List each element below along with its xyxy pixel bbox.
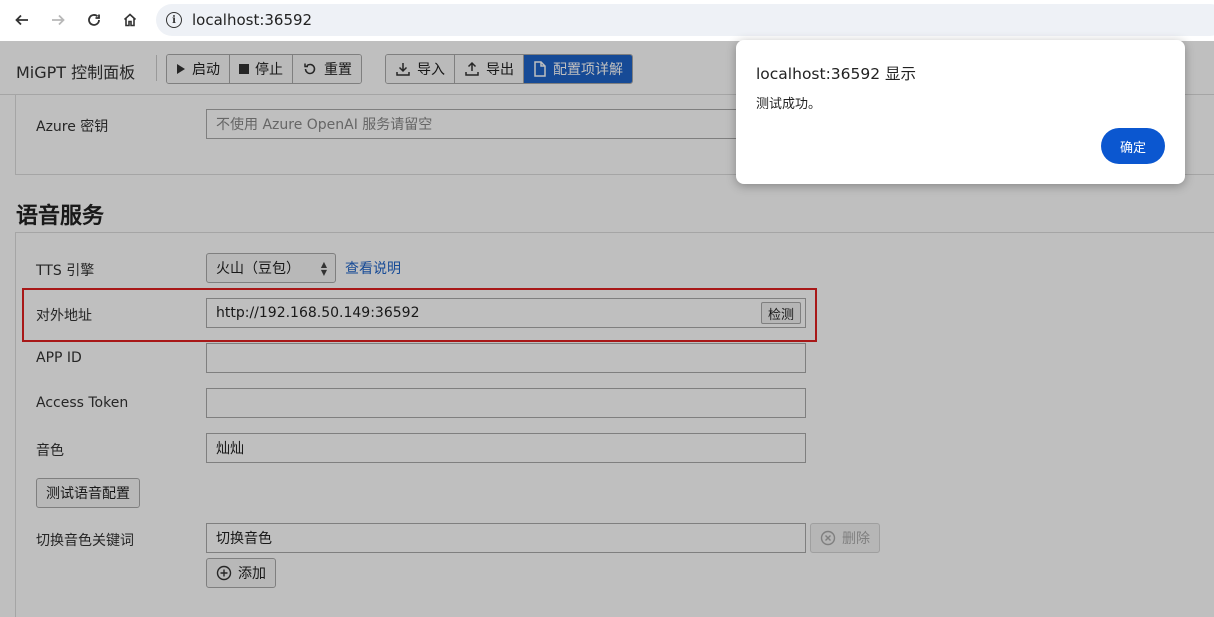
back-icon[interactable] — [7, 5, 37, 35]
dialog-title: localhost:36592 显示 — [756, 65, 917, 83]
alert-dialog: localhost:36592 显示 测试成功。 确定 — [736, 40, 1185, 184]
browser-toolbar: i localhost:36592 — [0, 0, 1214, 41]
dialog-ok-button[interactable]: 确定 — [1101, 128, 1165, 164]
reload-icon[interactable] — [79, 5, 109, 35]
forward-icon[interactable] — [43, 5, 73, 35]
url-text: localhost:36592 — [192, 11, 313, 29]
home-icon[interactable] — [115, 5, 145, 35]
dialog-message: 测试成功。 — [756, 97, 822, 112]
site-info-icon[interactable]: i — [166, 12, 182, 28]
address-bar[interactable]: i localhost:36592 — [156, 4, 1214, 36]
